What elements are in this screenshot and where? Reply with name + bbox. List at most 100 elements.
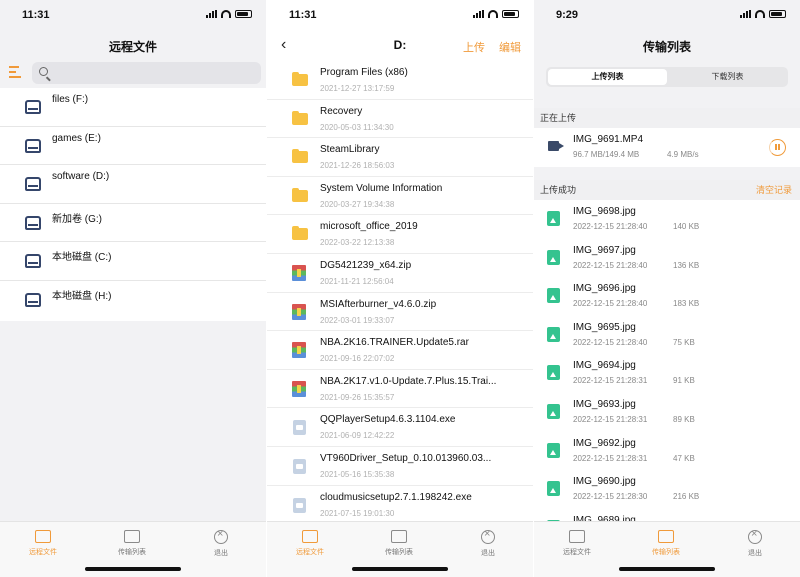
uploading-progress: 96.7 MB/149.4 MB [573,150,640,159]
file-name: MSIAfterburner_v4.6.0.zip [320,298,437,310]
file-row[interactable]: QQPlayerSetup4.6.3.1104.exe 2021-06-09 12… [267,408,533,447]
transfer-list-screen: 9:29 传输列表 上传列表 下载列表 正在上传 IMG_9691.MP4 96… [534,0,800,577]
list-icon [391,530,407,543]
exe-icon [293,458,306,474]
file-row[interactable]: VT960Driver_Setup_0.10.013960.03... 2021-… [267,447,533,486]
image-file-icon [547,481,560,497]
tab-exit[interactable]: 退出 [458,528,518,558]
file-row[interactable]: microsoft_office_2019 2022-03-22 12:13:38 [267,215,533,254]
uploaded-file-name: IMG_9692.jpg [573,437,636,449]
signal-icon [740,10,751,18]
drive-item[interactable]: 本地磁盘 (H:) [0,281,266,321]
file-name: QQPlayerSetup4.6.3.1104.exe [320,414,456,426]
file-date: 2021-11-21 12:56:04 [320,276,394,286]
uploaded-size: 183 KB [673,299,700,309]
file-date: 2021-07-15 19:01:30 [320,508,395,518]
uploaded-item[interactable]: IMG_9697.jpg 2022-12-15 21:28:40 136 KB [534,239,800,278]
tab-remote-files[interactable]: 远程文件 [547,530,607,557]
segment-upload-list[interactable]: 上传列表 [548,69,667,85]
folder-icon [292,72,308,86]
file-row[interactable]: cloudmusicsetup2.7.1.198242.exe 2021-07-1… [267,486,533,525]
file-row[interactable]: NBA.2K17.v1.0-Update.7.Plus.15.Trai... 20… [267,370,533,409]
pause-icon[interactable] [769,139,786,156]
battery-icon [235,10,252,18]
uploaded-date: 2022-12-15 21:28:30 [573,492,648,502]
file-date: 2022-03-01 19:33:07 [320,315,395,325]
battery-icon [502,10,519,18]
tab-transfer-list[interactable]: 传输列表 [636,530,696,557]
drive-item[interactable]: files (F:) [0,88,266,127]
segment-control: 上传列表 下载列表 [546,67,788,87]
tab-exit[interactable]: 退出 [725,528,785,558]
file-row[interactable]: System Volume Information 2020-03-27 19:3… [267,177,533,216]
wifi-icon [221,10,231,18]
page-title: D: [393,38,407,52]
drive-list: files (F:) games (E:) software (D:) 新加卷 … [0,88,266,321]
file-row[interactable]: DG5421239_x64.zip 2021-11-21 12:56:04 [267,254,533,293]
file-name: NBA.2K17.v1.0-Update.7.Plus.15.Trai... [320,375,497,387]
tab-remote-files[interactable]: 远程文件 [13,530,73,557]
directory-screen: 11:31 ‹ D: 上传 编辑 Program Files (x86) 2021… [267,0,533,577]
wifi-icon [488,10,498,18]
folder-icon [292,110,308,125]
file-date: 2021-12-26 18:56:03 [320,161,395,171]
file-row[interactable]: SteamLibrary 2021-12-26 18:56:03 [267,138,533,177]
file-row[interactable]: MSIAfterburner_v4.6.0.zip 2022-03-01 19:3… [267,293,533,332]
drive-item[interactable]: 新加卷 (G:) [0,204,266,243]
sort-icon[interactable] [9,66,25,80]
hard-drive-icon [25,138,41,153]
image-file-icon [547,365,560,381]
uploaded-file-name: IMG_9693.jpg [573,398,636,410]
file-name: microsoft_office_2019 [320,221,418,233]
tab-remote-files[interactable]: 远程文件 [280,530,340,557]
folder-icon [292,226,308,241]
file-name: cloudmusicsetup2.7.1.198242.exe [320,491,472,503]
tab-transfer-list[interactable]: 传输列表 [102,530,162,557]
home-indicator [619,567,715,571]
status-time: 9:29 [556,9,579,21]
uploading-item[interactable]: IMG_9691.MP4 96.7 MB/149.4 MB 4.9 MB/s [534,128,800,167]
drive-item[interactable]: games (E:) [0,127,266,166]
uploaded-file-name: IMG_9698.jpg [573,206,636,217]
drive-item[interactable]: software (D:) [0,165,266,204]
done-header-label: 上传成功 [540,185,577,195]
archive-icon [292,342,306,359]
page-title: 远程文件 [108,40,157,54]
folder-icon [569,530,585,543]
uploaded-item[interactable]: IMG_9692.jpg 2022-12-15 21:28:31 47 KB [534,432,800,471]
folder-icon [292,149,308,164]
close-icon [214,528,228,544]
archive-icon [292,380,306,397]
uploaded-item[interactable]: IMG_9695.jpg 2022-12-15 21:28:40 75 KB [534,316,800,355]
image-file-icon [547,211,560,226]
search-input[interactable] [32,62,261,84]
uploaded-item[interactable]: IMG_9694.jpg 2022-12-15 21:28:31 91 KB [534,354,800,393]
uploaded-item[interactable]: IMG_9696.jpg 2022-12-15 21:28:40 183 KB [534,277,800,316]
upload-button[interactable]: 上传 [463,39,485,55]
edit-button[interactable]: 编辑 [499,39,521,55]
status-bar: 11:31 [0,0,266,32]
uploaded-item[interactable]: IMG_9698.jpg 2022-12-15 21:28:40 140 KB [534,200,800,239]
exe-icon [293,420,306,436]
file-date: 2021-12-27 13:17:59 [320,84,395,93]
file-date: 2022-03-22 12:13:38 [320,238,395,248]
file-row[interactable]: NBA.2K16.TRAINER.Update5.rar 2021-09-16 2… [267,331,533,370]
close-icon [481,528,495,544]
uploaded-file-name: IMG_9697.jpg [573,244,636,256]
file-date: 2020-05-03 11:34:30 [320,122,394,132]
file-date: 2021-05-16 15:35:38 [320,469,395,479]
file-row[interactable]: Program Files (x86) 2021-12-27 13:17:59 [267,61,533,100]
segment-download-list[interactable]: 下载列表 [667,69,788,85]
tab-exit[interactable]: 退出 [191,528,251,558]
drive-item[interactable]: 本地磁盘 (C:) [0,242,266,281]
home-indicator [352,567,448,571]
clear-records-button[interactable]: 清空记录 [756,180,792,200]
file-row[interactable]: Recovery 2020-05-03 11:34:30 [267,100,533,139]
uploaded-item[interactable]: IMG_9693.jpg 2022-12-15 21:28:31 89 KB [534,393,800,432]
uploaded-date: 2022-12-15 21:28:40 [573,299,648,309]
uploaded-item[interactable]: IMG_9690.jpg 2022-12-15 21:28:30 216 KB [534,470,800,509]
tab-transfer-list[interactable]: 传输列表 [369,530,429,557]
file-name: System Volume Information [320,182,443,194]
file-name: NBA.2K16.TRAINER.Update5.rar [320,337,469,349]
archive-icon [292,303,306,320]
